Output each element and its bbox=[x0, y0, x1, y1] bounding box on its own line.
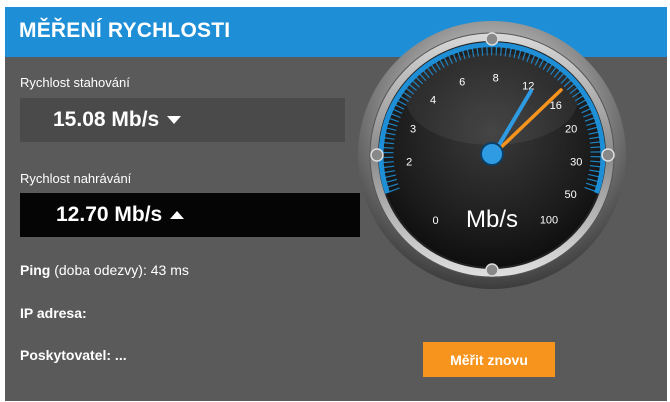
tick-label: 8 bbox=[493, 73, 499, 85]
speed-test-panel: MĚŘENÍ RYCHLOSTI Rychlost stahování 15.0… bbox=[5, 7, 667, 401]
provider: Poskytovatel: ... bbox=[20, 347, 127, 363]
page-title: MĚŘENÍ RYCHLOSTI bbox=[19, 19, 231, 42]
tick-label: 20 bbox=[565, 123, 577, 135]
download-label: Rychlost stahování bbox=[20, 75, 130, 90]
ping-info: Ping (doba odezvy): 43 ms bbox=[20, 262, 189, 278]
tick-label: 0 bbox=[432, 215, 438, 227]
tick-label: 6 bbox=[459, 77, 465, 89]
upload-value: 12.70 Mb/s bbox=[56, 203, 163, 226]
tick-label: 30 bbox=[570, 157, 582, 169]
speed-test-widget: MĚŘENÍ RYCHLOSTI Rychlost stahování 15.0… bbox=[0, 0, 670, 402]
ping-label: Ping bbox=[20, 262, 51, 278]
arrow-down-icon bbox=[167, 116, 182, 124]
retest-button[interactable]: Měřit znovu bbox=[423, 342, 555, 377]
tick-label: 3 bbox=[410, 124, 416, 136]
upload-value-box: 12.70 Mb/s bbox=[20, 193, 360, 237]
download-value-box: 15.08 Mb/s bbox=[20, 98, 345, 142]
tick-label: 16 bbox=[550, 100, 562, 112]
arrow-up-icon bbox=[170, 211, 185, 219]
gauge-unit-label: Mb/s bbox=[466, 206, 518, 233]
speedometer-gauge: 0 2 3 4 6 8 12 16 20 30 50 100 Mb/s bbox=[351, 7, 633, 293]
download-value: 15.08 Mb/s bbox=[53, 108, 160, 131]
ping-value: (doba odezvy): 43 ms bbox=[50, 262, 189, 278]
tick-label: 100 bbox=[540, 215, 558, 227]
tick-label: 4 bbox=[430, 94, 436, 106]
tick-label: 2 bbox=[406, 157, 412, 169]
tick-label: 50 bbox=[564, 189, 576, 201]
gauge-hub bbox=[480, 142, 504, 166]
upload-label: Rychlost nahrávání bbox=[20, 171, 132, 186]
ip-address: IP adresa: bbox=[20, 305, 87, 321]
